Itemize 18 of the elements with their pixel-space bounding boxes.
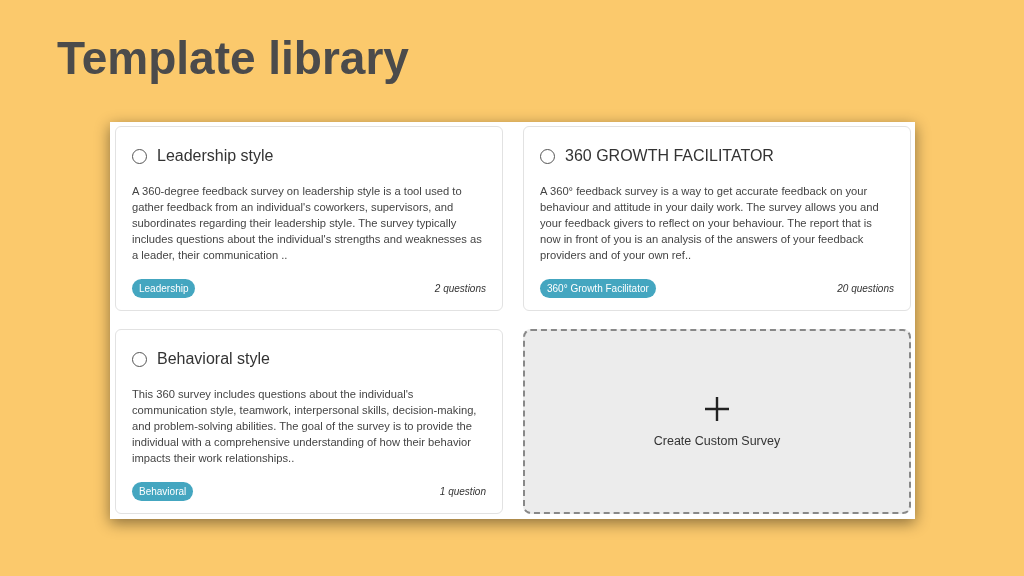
question-count: 2 questions [434, 283, 486, 294]
template-description: A 360° feedback survey is a way to get accurate feedback on your behaviour and attitude in your daily work. The survey allows you and your feedback givers to reflect on your behaviour. The report that is now in front of you is an analysis of the answers of your feedback providers and of your own ref.. [540, 184, 880, 263]
question-count: 1 question [439, 486, 486, 497]
create-custom-survey-tile[interactable]: Create Custom Survey [523, 329, 911, 514]
question-count: 20 questions [837, 283, 894, 294]
template-title: Leadership style [157, 147, 274, 165]
template-title: 360 GROWTH FACILITATOR [565, 147, 774, 165]
category-tag: Leadership [132, 279, 196, 298]
page-title: Template library [57, 31, 410, 86]
template-card[interactable] [115, 126, 503, 311]
template-title: Behavioral style [157, 350, 270, 368]
category-tag: Behavioral [132, 482, 194, 501]
plus-icon [704, 395, 730, 422]
template-card[interactable] [115, 329, 503, 514]
template-description: A 360-degree feedback survey on leadership style is a tool used to gather feedback from an individual's coworkers, supervisors, and subordinates regarding their leadership style. The survey typically includes questions about the individual's strengths and weaknesses as a leader, their communication .. [132, 184, 483, 263]
template-description: This 360 survey includes questions about the individual's communication style, teamwork, interpersonal skills, decision-making, and problem-solving abilities. The goal of the survey is to provide the individual with a comprehensive understanding of how their behavior impacts their work relationships.. [132, 387, 478, 466]
template-card[interactable] [523, 126, 911, 311]
category-tag: 360° Growth Facilitator [540, 279, 656, 298]
